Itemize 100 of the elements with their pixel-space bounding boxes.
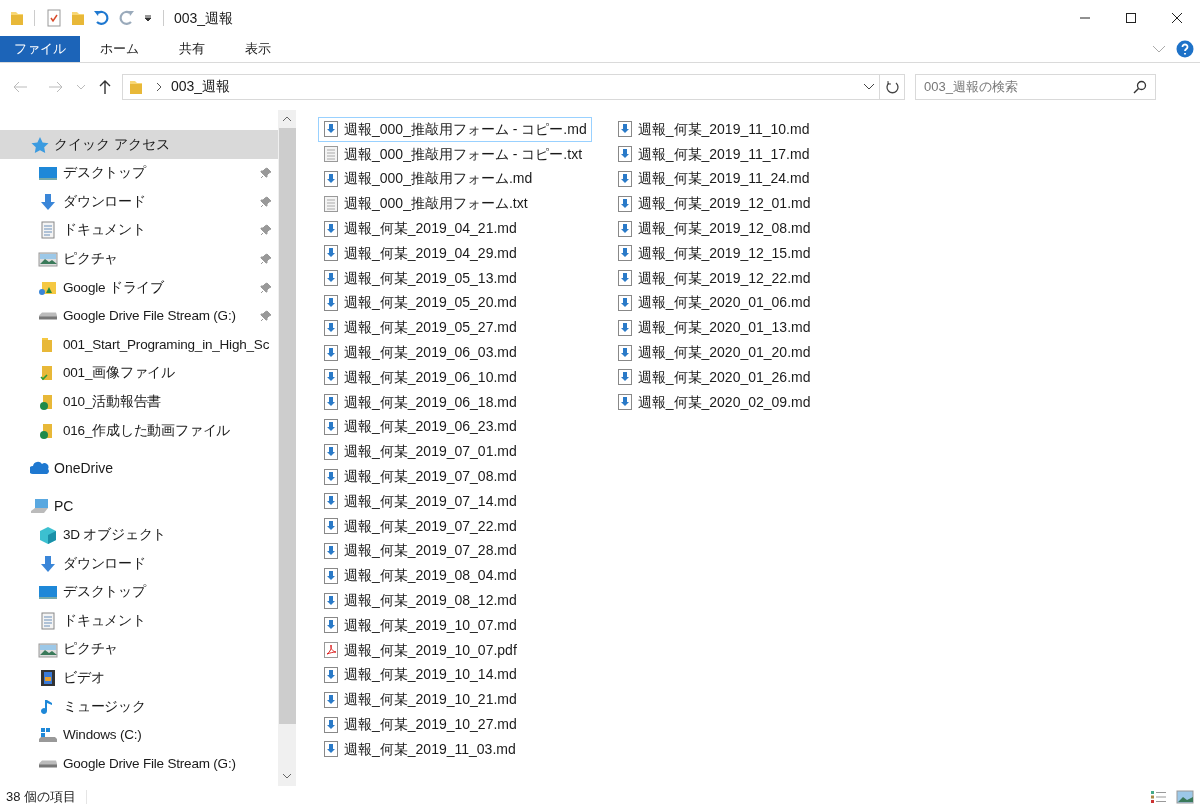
- markdown-file-icon: [323, 467, 339, 486]
- file-item[interactable]: 週報_何某_2019_06_03.md: [318, 340, 592, 365]
- markdown-file-icon: [323, 566, 339, 585]
- file-item[interactable]: 週報_何某_2019_12_15.md: [611, 241, 816, 266]
- properties-icon[interactable]: [45, 9, 63, 27]
- up-arrow-icon[interactable]: [98, 78, 112, 95]
- undo-icon[interactable]: [93, 9, 111, 27]
- file-item[interactable]: 週報_何某_2019_07_14.md: [318, 488, 592, 514]
- nav-item[interactable]: ダウンロード: [0, 549, 278, 579]
- nav-item[interactable]: 010_活動報告書: [0, 387, 278, 417]
- file-item[interactable]: 週報_何某_2019_10_07.pdf: [318, 637, 592, 663]
- file-item[interactable]: 週報_何某_2020_02_09.md: [611, 389, 816, 415]
- file-item[interactable]: 週報_何某_2019_05_27.md: [318, 315, 592, 341]
- file-item[interactable]: 週報_何某_2019_07_28.md: [318, 538, 592, 564]
- nav-item[interactable]: デスクトップ: [0, 159, 278, 188]
- pin-icon[interactable]: [260, 253, 272, 266]
- ribbon-tab[interactable]: ホーム: [80, 36, 159, 62]
- pin-icon[interactable]: [260, 167, 272, 180]
- nav-item[interactable]: 016_作成した動画ファイル: [0, 416, 278, 445]
- large-icons-view-icon[interactable]: [1176, 790, 1194, 804]
- address-field[interactable]: 003_週報: [122, 73, 905, 100]
- file-item[interactable]: 週報_何某_2019_10_14.md: [318, 662, 592, 688]
- nav-item[interactable]: Google ドライブ: [0, 273, 278, 302]
- help-icon[interactable]: [1176, 40, 1194, 58]
- markdown-file-icon: [323, 616, 339, 635]
- file-item[interactable]: 週報_何某_2019_05_20.md: [318, 290, 592, 316]
- file-item[interactable]: 週報_何某_2019_06_23.md: [318, 414, 592, 440]
- nav-item[interactable]: 001_Start_Programing_in_High_Sc: [0, 330, 278, 360]
- search-icon: [1133, 79, 1147, 94]
- chevron-down-icon[interactable]: [863, 82, 875, 91]
- file-item[interactable]: 週報_何某_2019_12_22.md: [611, 265, 816, 291]
- file-item[interactable]: 週報_何某_2019_08_04.md: [318, 563, 592, 589]
- scroll-down-icon[interactable]: [282, 772, 292, 780]
- nav-item[interactable]: 3D オブジェクト: [0, 520, 278, 550]
- file-item[interactable]: 週報_何某_2019_11_10.md: [611, 117, 816, 142]
- forward-arrow-icon[interactable]: [48, 79, 64, 94]
- pin-icon[interactable]: [260, 224, 272, 237]
- markdown-file-icon: [323, 715, 339, 734]
- file-item[interactable]: 週報_何某_2019_07_22.md: [318, 513, 592, 539]
- nav-item[interactable]: ピクチャ: [0, 635, 278, 664]
- file-item[interactable]: 週報_何某_2019_11_24.md: [611, 166, 816, 192]
- star-icon: [30, 135, 50, 154]
- computer-icon: [30, 497, 50, 516]
- file-item[interactable]: 週報_何某_2019_11_03.md: [318, 736, 592, 762]
- markdown-file-icon: [323, 492, 339, 511]
- file-item[interactable]: 週報_何某_2019_04_29.md: [318, 241, 592, 266]
- nav-item[interactable]: デスクトップ: [0, 578, 278, 607]
- scroll-up-icon[interactable]: [282, 115, 292, 123]
- address-crumb[interactable]: 003_週報: [171, 76, 231, 97]
- file-item[interactable]: 週報_何某_2020_01_20.md: [611, 340, 816, 365]
- folder-icon: [10, 10, 24, 26]
- file-item[interactable]: 週報_000_推敲用フォーム.md: [318, 166, 592, 192]
- nav-item[interactable]: PC: [0, 491, 278, 521]
- file-item[interactable]: 週報_何某_2019_07_08.md: [318, 464, 592, 489]
- markdown-file-icon: [323, 517, 339, 536]
- nav-item[interactable]: Google Drive File Stream (G:): [0, 749, 278, 779]
- nav-item[interactable]: Windows (C:): [0, 721, 278, 750]
- picture-icon: [38, 250, 58, 269]
- ribbon-tab[interactable]: 共有: [159, 36, 225, 62]
- file-item[interactable]: 週報_何某_2019_05_13.md: [318, 265, 592, 291]
- nav-item[interactable]: OneDrive: [0, 453, 278, 483]
- details-view-icon[interactable]: [1150, 790, 1168, 804]
- nav-item[interactable]: ドキュメント: [0, 216, 278, 245]
- pin-icon[interactable]: [260, 195, 272, 208]
- file-item[interactable]: 週報_何某_2019_11_17.md: [611, 141, 816, 167]
- nav-item[interactable]: Google Drive File Stream (G:): [0, 301, 278, 331]
- back-arrow-icon[interactable]: [12, 79, 28, 94]
- film-icon: [38, 669, 58, 688]
- file-item[interactable]: 週報_何某_2019_10_07.md: [318, 612, 592, 638]
- file-item[interactable]: 週報_何某_2019_06_18.md: [318, 389, 592, 415]
- nav-item[interactable]: ビデオ: [0, 663, 278, 693]
- pin-icon[interactable]: [260, 281, 272, 294]
- ribbon-tab[interactable]: ファイル: [0, 36, 80, 62]
- ribbon-tab[interactable]: 表示: [225, 36, 291, 62]
- file-item[interactable]: 週報_何某_2019_10_21.md: [318, 687, 592, 713]
- file-item[interactable]: 週報_何某_2019_08_12.md: [318, 588, 592, 613]
- file-item[interactable]: 週報_何某_2019_04_21.md: [318, 216, 592, 241]
- file-item[interactable]: 週報_何某_2019_06_10.md: [318, 364, 592, 390]
- nav-item[interactable]: 001_画像ファイル: [0, 359, 278, 388]
- nav-item[interactable]: ミュージック: [0, 692, 278, 722]
- file-item[interactable]: 週報_何某_2020_01_26.md: [611, 364, 816, 390]
- markdown-file-icon: [616, 393, 633, 412]
- nav-item[interactable]: ダウンロード: [0, 187, 278, 217]
- file-item[interactable]: 週報_000_推敲用フォーム - コピー.txt: [318, 141, 592, 167]
- redo-icon[interactable]: [117, 9, 135, 27]
- refresh-icon[interactable]: [885, 79, 899, 94]
- file-item[interactable]: 週報_何某_2019_10_27.md: [318, 712, 592, 737]
- search-field[interactable]: 003_週報の検索: [915, 73, 1156, 100]
- file-item[interactable]: 週報_何某_2020_01_06.md: [611, 290, 816, 316]
- nav-item[interactable]: ドキュメント: [0, 606, 278, 636]
- file-item[interactable]: 週報_何某_2020_01_13.md: [611, 315, 816, 341]
- file-item[interactable]: 週報_000_推敲用フォーム.txt: [318, 191, 592, 217]
- file-item[interactable]: 週報_何某_2019_07_01.md: [318, 439, 592, 465]
- pin-icon[interactable]: [260, 310, 272, 323]
- file-item[interactable]: 週報_何某_2019_12_08.md: [611, 216, 816, 241]
- file-item[interactable]: 週報_000_推敲用フォーム - コピー.md: [318, 117, 592, 142]
- nav-item[interactable]: ピクチャ: [0, 244, 278, 274]
- nav-item[interactable]: クイック アクセス: [0, 130, 278, 159]
- dropdown-arrow-icon[interactable]: [143, 13, 153, 23]
- file-item[interactable]: 週報_何某_2019_12_01.md: [611, 191, 816, 217]
